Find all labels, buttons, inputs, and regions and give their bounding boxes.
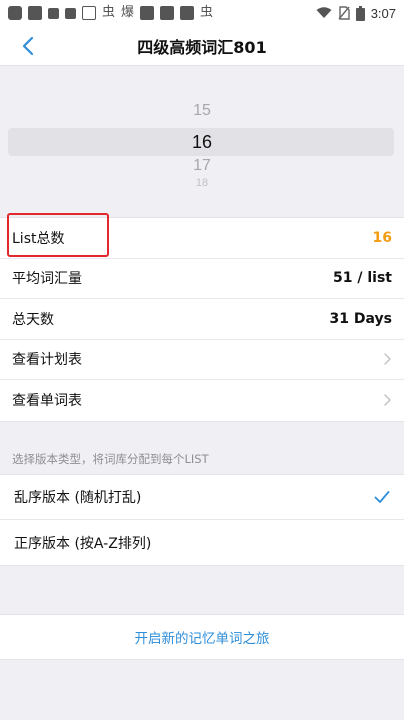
square-icon xyxy=(140,6,155,20)
version-option-random[interactable]: 乱序版本 (随机打乱) xyxy=(0,475,404,520)
nav-bar: 四级高频词汇801 xyxy=(0,26,404,66)
version-section-header: 选择版本类型，将词库分配到每个LIST xyxy=(12,452,209,466)
back-button[interactable] xyxy=(14,32,42,60)
chevron-right-icon xyxy=(384,394,391,406)
wifi-icon xyxy=(316,7,332,18)
picker-item[interactable]: 17 xyxy=(0,157,404,175)
view-plan-label: 查看计划表 xyxy=(12,352,82,369)
picker-item-selected[interactable]: 16 xyxy=(0,128,404,156)
version-option-label: 乱序版本 (随机打乱) xyxy=(14,490,142,506)
checkmark-icon xyxy=(374,491,390,503)
chong-icon: 虫 xyxy=(102,5,116,20)
version-options: 乱序版本 (随机打乱) 正序版本 (按A-Z排列) xyxy=(0,474,404,566)
chevron-right-icon xyxy=(384,353,391,365)
s-app-icon xyxy=(28,6,42,20)
view-plan-row[interactable]: 查看计划表 xyxy=(0,340,404,380)
status-time: 3:07 xyxy=(370,5,396,21)
version-option-sorted[interactable]: 正序版本 (按A-Z排列) xyxy=(0,520,404,565)
total-days-row: 总天数 31 Days xyxy=(0,299,404,340)
chevron-left-icon xyxy=(22,36,34,56)
app-icon xyxy=(82,6,96,20)
square-icon xyxy=(48,7,59,19)
notification-icon xyxy=(8,6,22,20)
picker-item[interactable]: 15 xyxy=(0,102,404,120)
view-words-label: 查看单词表 xyxy=(12,393,82,410)
avg-words-label: 平均词汇量 xyxy=(12,271,82,288)
picker-item[interactable]: 18 xyxy=(0,177,404,187)
avg-words-row: 平均词汇量 51 / list xyxy=(0,259,404,299)
flame-icon: 爆 xyxy=(121,5,135,20)
avg-words-value: 51 / list xyxy=(333,270,392,287)
start-journey-button[interactable]: 开启新的记忆单词之旅 xyxy=(135,627,270,647)
total-days-value: 31 Days xyxy=(329,310,392,327)
list-total-value: 16 xyxy=(372,229,392,246)
status-bar-left-icons: 虫 爆 虫 xyxy=(8,6,213,20)
square-icon xyxy=(160,6,175,20)
chong-icon: 虫 xyxy=(200,5,214,20)
view-words-row[interactable]: 查看单词表 xyxy=(0,380,404,421)
no-sim-icon xyxy=(338,6,350,20)
list-total-row: List总数 16 xyxy=(0,218,404,259)
list-total-label: List总数 xyxy=(12,230,65,247)
settings-list: List总数 16 平均词汇量 51 / list 总天数 31 Days 查看… xyxy=(0,217,404,422)
page-title: 四级高频词汇801 xyxy=(137,37,267,57)
battery-icon xyxy=(355,5,365,21)
square-icon xyxy=(180,6,195,20)
list-count-picker[interactable]: 15 16 17 18 xyxy=(0,66,404,216)
version-option-label: 正序版本 (按A-Z排列) xyxy=(14,535,152,552)
status-bar: 虫 爆 虫 3:07 xyxy=(0,0,404,26)
start-action-bar: 开启新的记忆单词之旅 xyxy=(0,614,404,660)
total-days-label: 总天数 xyxy=(12,311,54,328)
status-bar-right: 3:07 xyxy=(316,5,396,21)
square-icon xyxy=(65,7,76,19)
